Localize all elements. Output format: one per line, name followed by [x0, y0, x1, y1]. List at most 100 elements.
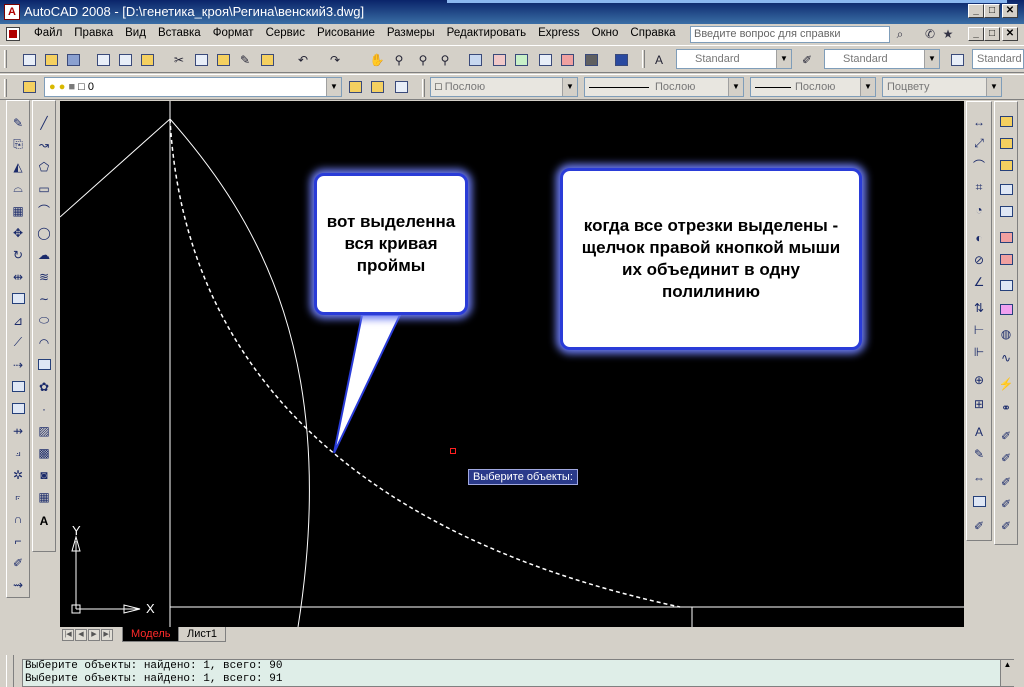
- redo-icon[interactable]: ↷: [326, 51, 344, 68]
- dim-edit-icon[interactable]: A: [969, 422, 989, 441]
- array-icon[interactable]: ▦: [8, 201, 28, 220]
- maximize-button[interactable]: □: [984, 4, 1000, 18]
- menu-edit[interactable]: Правка: [68, 27, 119, 39]
- document-icon[interactable]: [6, 27, 20, 41]
- first-tab-arrow-icon[interactable]: |◀: [62, 629, 74, 641]
- table-style-icon[interactable]: [948, 51, 966, 68]
- express-text-fit-icon[interactable]: ✐: [996, 426, 1016, 445]
- helix-icon[interactable]: ≋: [34, 267, 54, 286]
- close-button[interactable]: ✕: [1002, 4, 1018, 18]
- table-icon[interactable]: ▦: [34, 487, 54, 506]
- point-icon[interactable]: ·: [34, 399, 54, 418]
- pan-icon[interactable]: ✋: [368, 51, 386, 68]
- menu-express[interactable]: Express: [532, 27, 586, 39]
- chevron-down-icon[interactable]: ▼: [860, 78, 875, 96]
- menu-draw[interactable]: Рисование: [311, 27, 381, 39]
- jogged-icon[interactable]: ◐: [969, 228, 989, 247]
- menu-tools[interactable]: Сервис: [260, 27, 311, 39]
- color-select[interactable]: □ Послою ▼: [430, 77, 578, 97]
- move-icon[interactable]: ✥: [8, 223, 28, 242]
- menu-window[interactable]: Окно: [586, 27, 625, 39]
- baseline-icon[interactable]: ⊢: [969, 320, 989, 339]
- menu-format[interactable]: Формат: [207, 27, 260, 39]
- chevron-down-icon[interactable]: ▼: [986, 78, 1001, 96]
- paste-icon[interactable]: [214, 51, 232, 68]
- match-properties-icon[interactable]: ✎: [236, 51, 254, 68]
- aligned-dimension-icon[interactable]: ⤢: [969, 134, 989, 153]
- express-layer-walk-icon[interactable]: [996, 134, 1016, 153]
- text-style-icon[interactable]: A: [650, 51, 668, 68]
- diameter-icon[interactable]: ⊘: [969, 250, 989, 269]
- scale-icon[interactable]: ⇹: [8, 267, 28, 286]
- spline-icon[interactable]: ∼: [34, 289, 54, 308]
- block-editor-icon[interactable]: [258, 51, 276, 68]
- toolbar-grip[interactable]: [4, 79, 7, 97]
- multiline-text-icon[interactable]: A: [34, 511, 54, 530]
- publish-icon[interactable]: [138, 51, 156, 68]
- help-search-input[interactable]: Введите вопрос для справки: [690, 26, 890, 43]
- dim-style-select[interactable]: Standard ▼: [824, 49, 940, 69]
- tab-model[interactable]: Модель: [122, 627, 180, 642]
- make-block-icon[interactable]: ✿: [34, 377, 54, 396]
- design-center-icon[interactable]: [490, 51, 508, 68]
- menu-help[interactable]: Справка: [624, 27, 681, 39]
- cut-icon[interactable]: ✂: [170, 51, 188, 68]
- express-rotate-text-icon[interactable]: ✐: [996, 516, 1016, 535]
- radius-icon[interactable]: ◔: [969, 200, 989, 219]
- menu-insert[interactable]: Вставка: [152, 27, 207, 39]
- express-layer-match-icon[interactable]: [996, 156, 1016, 175]
- explode-icon[interactable]: ✲: [8, 465, 28, 484]
- table-style-select[interactable]: Standard: [972, 49, 1024, 69]
- center-mark-icon[interactable]: ⊕: [969, 370, 989, 389]
- menu-view[interactable]: Вид: [119, 27, 152, 39]
- polyline-edit-icon[interactable]: ⌐: [8, 531, 28, 550]
- express-change-case-icon[interactable]: ✐: [996, 494, 1016, 513]
- chevron-down-icon[interactable]: ▼: [326, 78, 341, 96]
- express-shapes-icon[interactable]: ⚭: [996, 398, 1016, 417]
- linetype-select[interactable]: Послою ▼: [584, 77, 744, 97]
- dim-style-manager-icon[interactable]: [969, 492, 989, 511]
- lineweight-select[interactable]: Послою ▼: [750, 77, 876, 97]
- prev-tab-arrow-icon[interactable]: ◀: [75, 629, 87, 641]
- doc-minimize-button[interactable]: _: [968, 27, 984, 41]
- express-text-mask-icon[interactable]: ✐: [996, 448, 1016, 467]
- markup-icon[interactable]: [558, 51, 576, 68]
- dim-override-icon[interactable]: ✐: [969, 516, 989, 535]
- revision-cloud-icon[interactable]: ☁: [34, 245, 54, 264]
- toolbar-grip[interactable]: [642, 50, 645, 68]
- doc-restore-button[interactable]: □: [984, 27, 1000, 41]
- arc-icon[interactable]: ⌒: [34, 201, 54, 220]
- doc-close-button[interactable]: ✕: [1002, 27, 1018, 41]
- express-nest-icon[interactable]: [996, 276, 1016, 295]
- join-icon[interactable]: [8, 399, 28, 418]
- angular-icon[interactable]: ∠: [969, 272, 989, 291]
- rectangle-icon[interactable]: ▭: [34, 179, 54, 198]
- menu-file[interactable]: Файл: [28, 27, 68, 39]
- save-icon[interactable]: [64, 51, 82, 68]
- tolerance-icon[interactable]: ⊞: [969, 394, 989, 413]
- express-layer-freeze-icon[interactable]: [996, 202, 1016, 221]
- new-icon[interactable]: [20, 51, 38, 68]
- last-tab-arrow-icon[interactable]: ▶|: [101, 629, 113, 641]
- break-at-point-icon[interactable]: ⇢: [8, 355, 28, 374]
- plot-style-select[interactable]: Поцвету ▼: [882, 77, 1002, 97]
- quick-dimension-icon[interactable]: ⇅: [969, 298, 989, 317]
- communication-center-icon[interactable]: ✆: [922, 27, 938, 42]
- command-history[interactable]: Выберите объекты: найдено: 1, всего: 90 …: [22, 659, 1014, 687]
- lengthen-icon[interactable]: ⟔: [8, 487, 28, 506]
- plot-icon[interactable]: [94, 51, 112, 68]
- command-window-grip[interactable]: [6, 655, 14, 687]
- stretch-icon[interactable]: [8, 289, 28, 308]
- zoom-realtime-icon[interactable]: ⚲: [390, 51, 408, 68]
- ellipse-arc-icon[interactable]: ◠: [34, 333, 54, 352]
- zoom-window-icon[interactable]: ⚲: [414, 51, 432, 68]
- insert-block-icon[interactable]: [34, 355, 54, 374]
- open-icon[interactable]: [42, 51, 60, 68]
- line-icon[interactable]: ╱: [34, 113, 54, 132]
- hatch-icon[interactable]: ▨: [34, 421, 54, 440]
- chevron-down-icon[interactable]: ▼: [728, 78, 743, 96]
- model-space-canvas[interactable]: Y X вот выделенна вся кривая проймы когд…: [60, 101, 964, 627]
- shoulder-line[interactable]: [60, 118, 171, 218]
- express-arc-text-icon[interactable]: ✐: [996, 472, 1016, 491]
- layer-manager-icon[interactable]: [20, 78, 38, 95]
